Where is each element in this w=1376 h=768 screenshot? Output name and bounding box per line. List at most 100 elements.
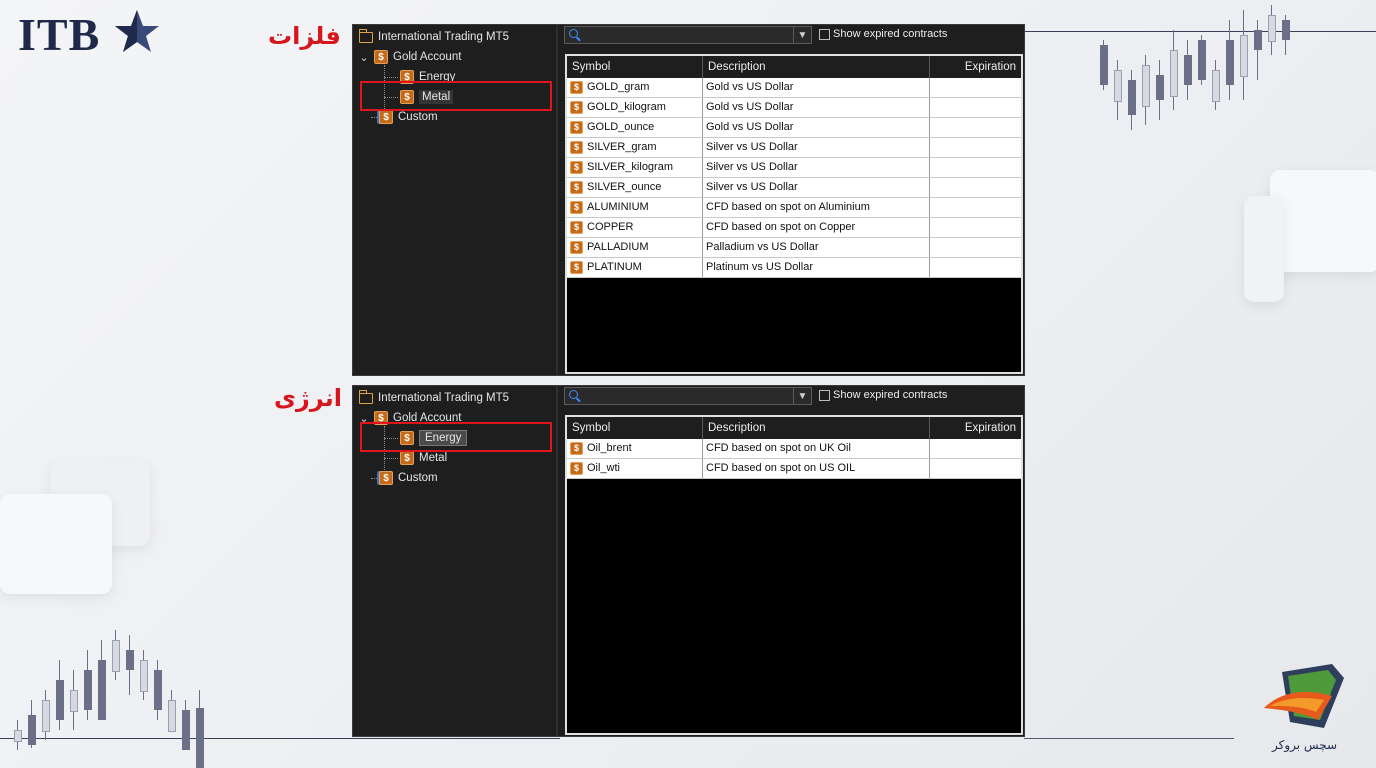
brand-name: سچس بروکر [1272, 738, 1338, 752]
tree-item-gold-account[interactable]: ⌄ $ Gold Account [359, 48, 461, 66]
dollar-icon: $ [570, 201, 583, 214]
cell-description: Gold vs US Dollar [703, 78, 930, 97]
cell-expiration [930, 238, 1021, 257]
tree-item-label: Custom [398, 472, 438, 484]
cell-symbol: $ SILVER_ounce [567, 178, 703, 197]
chevron-down-icon[interactable]: ▼ [793, 27, 811, 43]
table-header: Symbol Description Expiration [567, 56, 1021, 79]
tree-item-label: Custom [398, 111, 438, 123]
symbol-text: Oil_brent [587, 442, 632, 454]
cell-symbol: $ Oil_brent [567, 439, 703, 458]
table-row[interactable]: $ GOLD_gram Gold vs US Dollar [567, 78, 1021, 98]
star-icon [115, 10, 159, 52]
highlight-box-energy [360, 422, 552, 452]
col-description[interactable]: Description [703, 56, 930, 78]
checkbox[interactable] [819, 28, 830, 40]
cell-expiration [930, 138, 1021, 157]
symbol-text: ALUMINIUM [587, 201, 649, 213]
table-row[interactable]: $ SILVER_gram Silver vs US Dollar [567, 138, 1021, 158]
dollar-icon: $ [570, 81, 583, 94]
tree-item-label: Metal [419, 452, 448, 464]
tree-root-label: International Trading MT5 [378, 31, 510, 43]
section-label-energy: انرژی [274, 384, 342, 412]
table-row[interactable]: $ Oil_wti CFD based on spot on US OIL [567, 459, 1021, 479]
table-row[interactable]: $ ALUMINIUM CFD based on spot on Aluminium [567, 198, 1021, 218]
col-expiration[interactable]: Expiration [930, 56, 1021, 78]
table-row[interactable]: $ SILVER_kilogram Silver vs US Dollar [567, 158, 1021, 178]
cell-description: CFD based on spot on Copper [703, 218, 930, 237]
dollar-icon: $ [379, 471, 393, 485]
symbol-text: GOLD_ounce [587, 121, 655, 133]
tree-root-label: International Trading MT5 [378, 392, 510, 404]
symbol-text: GOLD_gram [587, 81, 650, 93]
table-row[interactable]: $ GOLD_ounce Gold vs US Dollar [567, 118, 1021, 138]
cell-symbol: $ SILVER_kilogram [567, 158, 703, 177]
cell-description: CFD based on spot on US OIL [703, 459, 930, 478]
cell-description: CFD based on spot on UK Oil [703, 439, 930, 458]
cell-symbol: $ GOLD_ounce [567, 118, 703, 137]
table-row[interactable]: $ COPPER CFD based on spot on Copper [567, 218, 1021, 238]
highlight-box-metal [360, 81, 552, 111]
table-row[interactable]: $ PLATINUM Platinum vs US Dollar [567, 258, 1021, 278]
col-symbol[interactable]: Symbol [567, 56, 703, 78]
symbol-text: SILVER_kilogram [587, 161, 673, 173]
symbol-text: Oil_wti [587, 462, 621, 474]
cell-expiration [930, 78, 1021, 97]
folder-icon [359, 28, 373, 43]
dollar-icon: $ [570, 462, 583, 475]
table-row[interactable]: $ GOLD_kilogram Gold vs US Dollar [567, 98, 1021, 118]
table-row[interactable]: $ SILVER_ounce Silver vs US Dollar [567, 178, 1021, 198]
show-expired-toggle[interactable]: Show expired contracts [819, 389, 947, 401]
cell-symbol: $ SILVER_gram [567, 138, 703, 157]
tree-root[interactable]: International Trading MT5 [359, 28, 509, 46]
table-header: Symbol Description Expiration [567, 417, 1021, 440]
symbol-text: GOLD_kilogram [587, 101, 666, 113]
table-row[interactable]: $ PALLADIUM Palladium vs US Dollar [567, 238, 1021, 258]
symbol-text: PALLADIUM [587, 241, 649, 253]
show-expired-label: Show expired contracts [833, 28, 948, 40]
tree-item-custom[interactable]: $ Custom [379, 469, 438, 487]
dollar-icon: $ [570, 442, 583, 455]
cell-description: Silver vs US Dollar [703, 138, 930, 157]
cell-expiration [930, 158, 1021, 177]
cell-expiration [930, 198, 1021, 217]
table-row[interactable]: $ Oil_brent CFD based on spot on UK Oil [567, 439, 1021, 459]
cell-symbol: $ Oil_wti [567, 459, 703, 478]
cell-symbol: $ GOLD_gram [567, 78, 703, 97]
section-label-metals: فلزات [268, 22, 341, 50]
dollar-icon: $ [374, 50, 388, 64]
brand-logo-icon [1264, 664, 1344, 728]
cell-expiration [930, 439, 1021, 458]
show-expired-toggle[interactable]: Show expired contracts [819, 28, 947, 40]
dollar-icon: $ [379, 110, 393, 124]
dollar-icon: $ [570, 261, 583, 274]
checkbox[interactable] [819, 389, 830, 401]
cell-description: Silver vs US Dollar [703, 178, 930, 197]
dollar-icon: $ [570, 161, 583, 174]
symbol-search-input[interactable]: ▼ [564, 387, 812, 405]
col-symbol[interactable]: Symbol [567, 417, 703, 439]
search-icon [569, 390, 578, 399]
search-icon [569, 29, 578, 38]
dollar-icon: $ [570, 181, 583, 194]
cell-description: Palladium vs US Dollar [703, 238, 930, 257]
symbols-window-metals: International Trading MT5 ⌄ $ Gold Accou… [352, 24, 1025, 376]
symbol-search-input[interactable]: ▼ [564, 26, 812, 44]
symbols-table: Symbol Description Expiration $ Oil_brent… [565, 415, 1023, 735]
chevron-down-icon[interactable]: ⌄ [359, 51, 369, 64]
symbol-text: SILVER_gram [587, 141, 657, 153]
col-description[interactable]: Description [703, 417, 930, 439]
cell-expiration [930, 218, 1021, 237]
col-expiration[interactable]: Expiration [930, 417, 1021, 439]
chevron-down-icon[interactable]: ▼ [793, 388, 811, 404]
cell-description: Silver vs US Dollar [703, 158, 930, 177]
cell-symbol: $ GOLD_kilogram [567, 98, 703, 117]
cell-description: Platinum vs US Dollar [703, 258, 930, 277]
folder-icon [359, 389, 373, 404]
dollar-icon: $ [570, 121, 583, 134]
symbol-text: SILVER_ounce [587, 181, 662, 193]
cell-expiration [930, 459, 1021, 478]
cell-symbol: $ PALLADIUM [567, 238, 703, 257]
tree-root[interactable]: International Trading MT5 [359, 389, 509, 407]
cell-expiration [930, 258, 1021, 277]
